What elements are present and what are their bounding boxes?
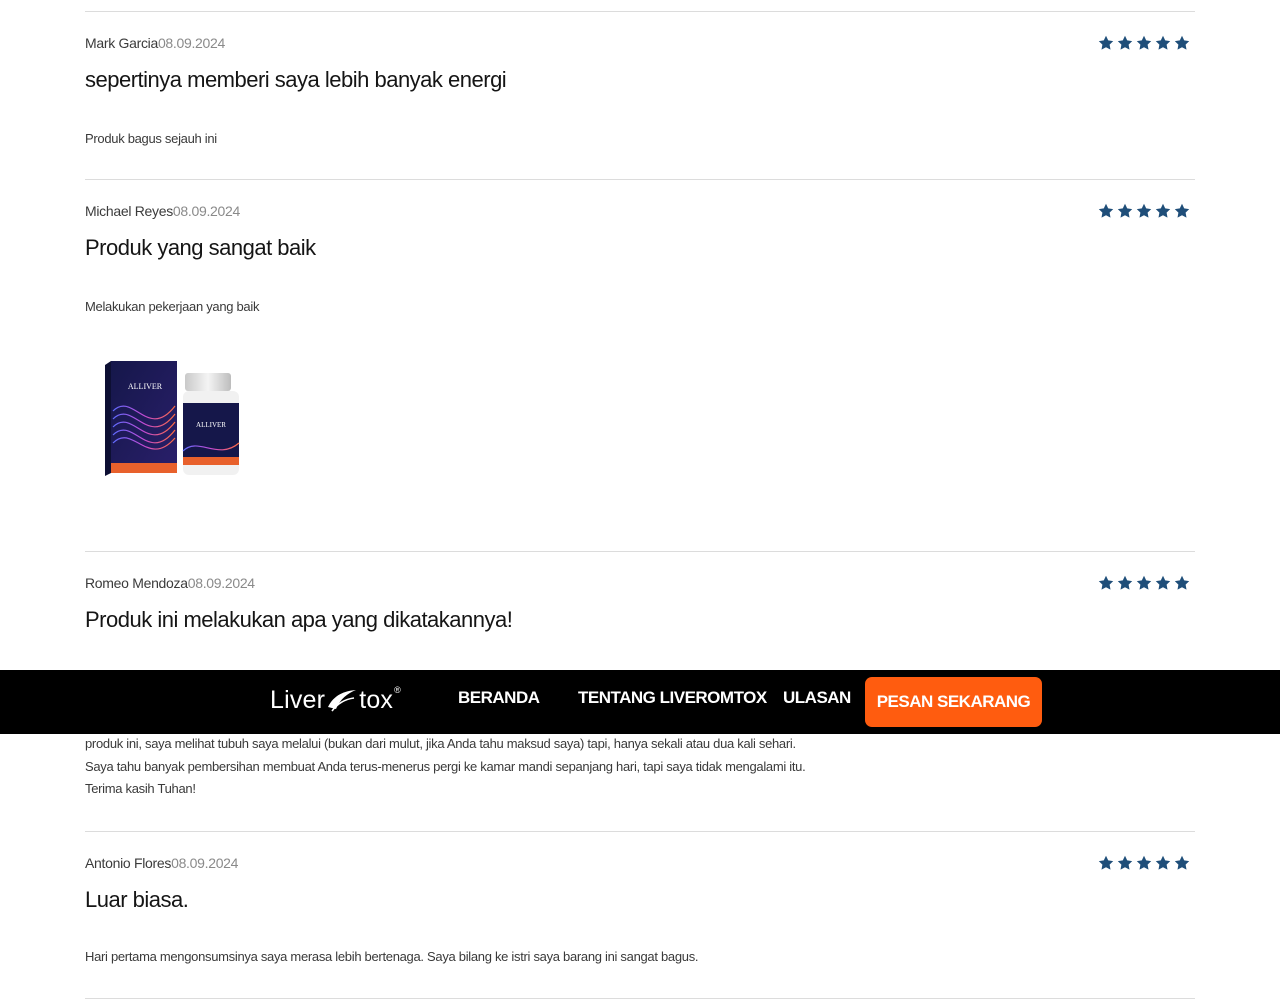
top-navbar: Liver tox ® BERANDA TENTANG LIVEROMTOX U… <box>0 670 1280 734</box>
review-date: 08.09.2024 <box>171 855 239 871</box>
star-icon <box>1174 35 1190 51</box>
review-title: Luar biasa. <box>85 887 189 912</box>
nav-item-beranda[interactable]: BERANDA <box>458 688 540 708</box>
review-author: Mark Garcia <box>85 35 158 51</box>
star-icon <box>1098 575 1114 591</box>
star-icon <box>1117 575 1133 591</box>
star-icon <box>1174 575 1190 591</box>
review-body-line: Produk bagus sejauh ini <box>85 131 217 146</box>
star-icon <box>1098 35 1114 51</box>
rating-stars <box>1098 575 1190 591</box>
registered-mark: ® <box>394 685 401 695</box>
review-date: 08.09.2024 <box>157 35 226 51</box>
divider <box>85 11 1195 12</box>
review-body-line: Melakukan pekerjaan yang baik <box>85 299 260 314</box>
star-icon <box>1155 575 1171 591</box>
review-body-line: Hari pertama mengonsumsinya saya merasa … <box>85 949 699 964</box>
star-icon <box>1098 203 1114 219</box>
divider <box>85 551 1195 552</box>
order-now-button[interactable]: PESAN SEKARANG <box>865 677 1042 727</box>
star-icon <box>1136 575 1152 591</box>
star-icon <box>1136 35 1152 51</box>
star-icon <box>1098 855 1114 871</box>
logo[interactable]: Liver tox ® <box>270 684 401 716</box>
review-meta: Michael Reyes 08.09.2024 <box>85 201 240 221</box>
review-author: Michael Reyes <box>85 203 173 219</box>
divider <box>85 998 1195 999</box>
logo-text: tox <box>359 685 394 714</box>
star-icon <box>1136 855 1152 871</box>
logo-text: Liver <box>270 685 326 714</box>
rating-stars <box>1098 35 1190 51</box>
review-body: Melakukan pekerjaan yang baik <box>85 296 259 319</box>
rating-stars <box>1098 203 1190 219</box>
review-body-line: Terima kasih Tuhan! <box>85 781 196 796</box>
review-body-line: produk ini, saya melihat tubuh saya mela… <box>85 736 796 751</box>
review-date: 08.09.2024 <box>187 575 255 591</box>
star-icon <box>1155 855 1171 871</box>
svg-text:ALLIVER: ALLIVER <box>196 421 226 429</box>
star-icon <box>1117 855 1133 871</box>
star-icon <box>1155 203 1171 219</box>
star-icon <box>1174 855 1190 871</box>
review-meta: Mark Garcia 08.09.2024 <box>85 33 225 53</box>
review-meta: Romeo Mendoza 08.09.2024 <box>85 573 255 593</box>
review-body: Hari pertama mengonsumsinya saya merasa … <box>85 946 699 969</box>
nav-item-tentang[interactable]: TENTANG LIVEROMTOX <box>578 688 767 708</box>
leaf-swirl-icon <box>328 690 357 712</box>
star-icon <box>1117 35 1133 51</box>
star-icon <box>1136 203 1152 219</box>
review-title: Produk ini melakukan apa yang dikatakann… <box>85 607 513 632</box>
review-body: produk ini, saya melihat tubuh saya mela… <box>85 733 806 801</box>
svg-text:ALLIVER: ALLIVER <box>128 382 163 391</box>
review-author: Romeo Mendoza <box>85 575 188 591</box>
divider <box>85 179 1195 180</box>
star-icon <box>1155 35 1171 51</box>
product-photo[interactable]: ALLIVER ALLIVER <box>103 351 249 481</box>
star-icon <box>1117 203 1133 219</box>
review-date: 08.09.2024 <box>172 203 240 219</box>
review-body-line: Saya tahu banyak pembersihan membuat And… <box>85 758 806 774</box>
nav-item-ulasan[interactable]: ULASAN <box>783 688 851 708</box>
rating-stars <box>1098 855 1190 871</box>
divider <box>85 831 1195 832</box>
review-meta: Antonio Flores 08.09.2024 <box>85 853 238 873</box>
review-title: sepertinya memberi saya lebih banyak ene… <box>85 67 507 92</box>
review-author: Antonio Flores <box>85 855 172 871</box>
review-title: Produk yang sangat baik <box>85 235 316 260</box>
review-body: Produk bagus sejauh ini <box>85 128 217 151</box>
star-icon <box>1174 203 1190 219</box>
